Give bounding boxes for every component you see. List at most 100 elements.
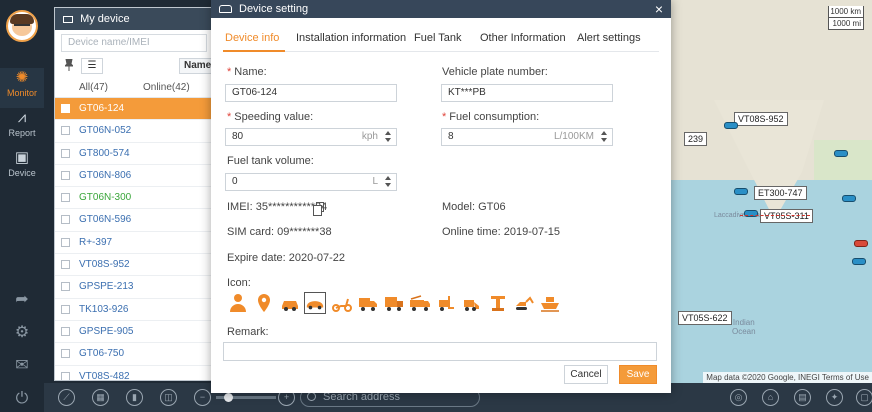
- fullscreen-icon[interactable]: ▢: [856, 389, 872, 406]
- device-name: GT06-750: [79, 348, 125, 360]
- device-checkbox[interactable]: [61, 326, 70, 336]
- tab-fuel-tank[interactable]: Fuel Tank: [414, 32, 462, 44]
- palette-icon: ✺: [15, 69, 29, 86]
- zoom-out-icon[interactable]: −: [194, 389, 211, 406]
- tab-other-information[interactable]: Other Information: [480, 32, 566, 44]
- menu-button[interactable]: ☰: [81, 58, 103, 74]
- vehicle-marker[interactable]: [842, 195, 856, 202]
- tab-device-info[interactable]: Device info: [225, 32, 279, 44]
- vehicle-label[interactable]: VT05S-311: [760, 209, 813, 223]
- truck-icon[interactable]: [357, 292, 379, 314]
- tab-online-devices[interactable]: Online(42): [143, 82, 190, 93]
- home-icon[interactable]: ⌂: [762, 389, 779, 406]
- device-list-item[interactable]: GT06N-300: [55, 187, 213, 210]
- vehicle-marker[interactable]: [734, 188, 748, 195]
- device-list-item[interactable]: VT08S-952: [55, 254, 213, 277]
- nav-item-device[interactable]: ▣ Device: [0, 148, 44, 188]
- car-icon[interactable]: [279, 292, 301, 314]
- remark-input[interactable]: [223, 342, 657, 361]
- vehicle-label[interactable]: 239: [684, 132, 708, 146]
- vehicle-marker[interactable]: [852, 258, 866, 265]
- ruler-icon[interactable]: ⟋: [58, 389, 75, 406]
- plate-number-input[interactable]: KT***PB: [441, 84, 613, 102]
- vehicle-marker[interactable]: [854, 240, 868, 247]
- ship-icon[interactable]: [539, 292, 561, 314]
- device-checkbox[interactable]: [61, 371, 70, 380]
- fire-truck-icon[interactable]: [409, 292, 431, 314]
- scooter-icon[interactable]: [331, 292, 353, 314]
- device-list-item[interactable]: GT800-574: [55, 143, 213, 165]
- box-truck-icon[interactable]: [383, 292, 405, 314]
- speeding-value-stepper[interactable]: 80 kph: [225, 128, 397, 146]
- tab-all-devices[interactable]: All(47): [79, 82, 108, 93]
- vehicle-marker[interactable]: [834, 150, 848, 157]
- device-checkbox[interactable]: [61, 282, 70, 292]
- device-checkbox[interactable]: [61, 148, 70, 158]
- sort-name-button[interactable]: Name: [179, 58, 213, 74]
- stepper-arrows-icon[interactable]: [385, 175, 393, 189]
- location-icon[interactable]: ◎: [730, 389, 747, 406]
- avatar[interactable]: [6, 10, 38, 42]
- fuel-consumption-label: * Fuel consumption:: [442, 111, 540, 123]
- mail-icon[interactable]: ✉: [12, 356, 32, 376]
- map-type-icon[interactable]: ▤: [794, 389, 811, 406]
- device-list-item[interactable]: GT06N-596: [55, 209, 213, 232]
- device-checkbox[interactable]: [61, 104, 70, 113]
- forklift-icon[interactable]: [435, 292, 457, 314]
- location-pin-icon[interactable]: [253, 292, 275, 314]
- share-icon[interactable]: ➦: [12, 290, 32, 310]
- device-checkbox[interactable]: [61, 237, 70, 247]
- device-list-item[interactable]: TK103-926: [55, 299, 213, 321]
- close-button[interactable]: ×: [655, 0, 663, 18]
- device-list-item[interactable]: VT08S-482: [55, 366, 213, 380]
- pin-icon[interactable]: [65, 59, 73, 71]
- device-checkbox[interactable]: [61, 126, 70, 136]
- device-list-item[interactable]: R+-397: [55, 232, 213, 255]
- device-checkbox[interactable]: [61, 304, 70, 314]
- tab-alert-settings[interactable]: Alert settings: [577, 32, 641, 44]
- stepper-arrows-icon[interactable]: [601, 130, 609, 144]
- device-checkbox[interactable]: [61, 260, 70, 270]
- device-checkbox[interactable]: [61, 170, 70, 180]
- battery-icon[interactable]: ▮: [126, 389, 143, 406]
- tab-installation-information[interactable]: Installation information: [296, 32, 406, 44]
- person-icon[interactable]: [227, 292, 249, 314]
- loader-icon[interactable]: [461, 292, 483, 314]
- fuel-consumption-unit: L/100KM: [553, 131, 594, 142]
- save-button[interactable]: Save: [619, 365, 657, 384]
- device-list-item[interactable]: GT06N-052: [55, 120, 213, 143]
- zoom-slider[interactable]: [216, 393, 276, 402]
- zoom-slider-knob[interactable]: [224, 393, 233, 402]
- device-list-item[interactable]: GT06-750: [55, 343, 213, 366]
- device-list-item[interactable]: GT06N-806: [55, 165, 213, 188]
- gear-icon[interactable]: ⚙: [12, 323, 32, 343]
- copy-icon[interactable]: [313, 202, 324, 216]
- device-list-item[interactable]: GPSPE-905: [55, 321, 213, 344]
- vehicle-label[interactable]: VT08S-952: [734, 112, 788, 126]
- name-input[interactable]: GT06-124: [225, 84, 397, 102]
- vehicle-label[interactable]: VT05S-622: [678, 311, 732, 325]
- cancel-button[interactable]: Cancel: [564, 365, 608, 384]
- layers-icon[interactable]: ◫: [160, 389, 177, 406]
- power-icon[interactable]: ⏻: [12, 389, 32, 409]
- device-checkbox[interactable]: [61, 215, 70, 225]
- fuel-consumption-stepper[interactable]: 8 L/100KM: [441, 128, 613, 146]
- sedan-icon[interactable]: [304, 292, 326, 314]
- device-list-item[interactable]: GT06-124: [55, 98, 213, 121]
- device-setting-dialog: Device setting × Device info Installatio…: [211, 0, 671, 393]
- vehicle-label[interactable]: ET300-747: [754, 186, 807, 200]
- stepper-arrows-icon[interactable]: [385, 130, 393, 144]
- fence-icon[interactable]: ▦: [92, 389, 109, 406]
- satellite-icon[interactable]: ✦: [826, 389, 843, 406]
- crane-icon[interactable]: [487, 292, 509, 314]
- vehicle-marker[interactable]: [724, 122, 738, 129]
- device-checkbox[interactable]: [61, 349, 70, 359]
- fuel-consumption-value: 8: [448, 131, 454, 142]
- device-search-input[interactable]: Device name/IMEI: [61, 34, 207, 52]
- device-list-item[interactable]: GPSPE-213: [55, 276, 213, 299]
- nav-item-monitor[interactable]: ✺ Monitor: [0, 68, 44, 108]
- nav-item-report[interactable]: ⩘ Report: [0, 108, 44, 148]
- excavator-icon[interactable]: [513, 292, 535, 314]
- device-checkbox[interactable]: [61, 193, 70, 203]
- fuel-tank-volume-stepper[interactable]: 0 L: [225, 173, 397, 191]
